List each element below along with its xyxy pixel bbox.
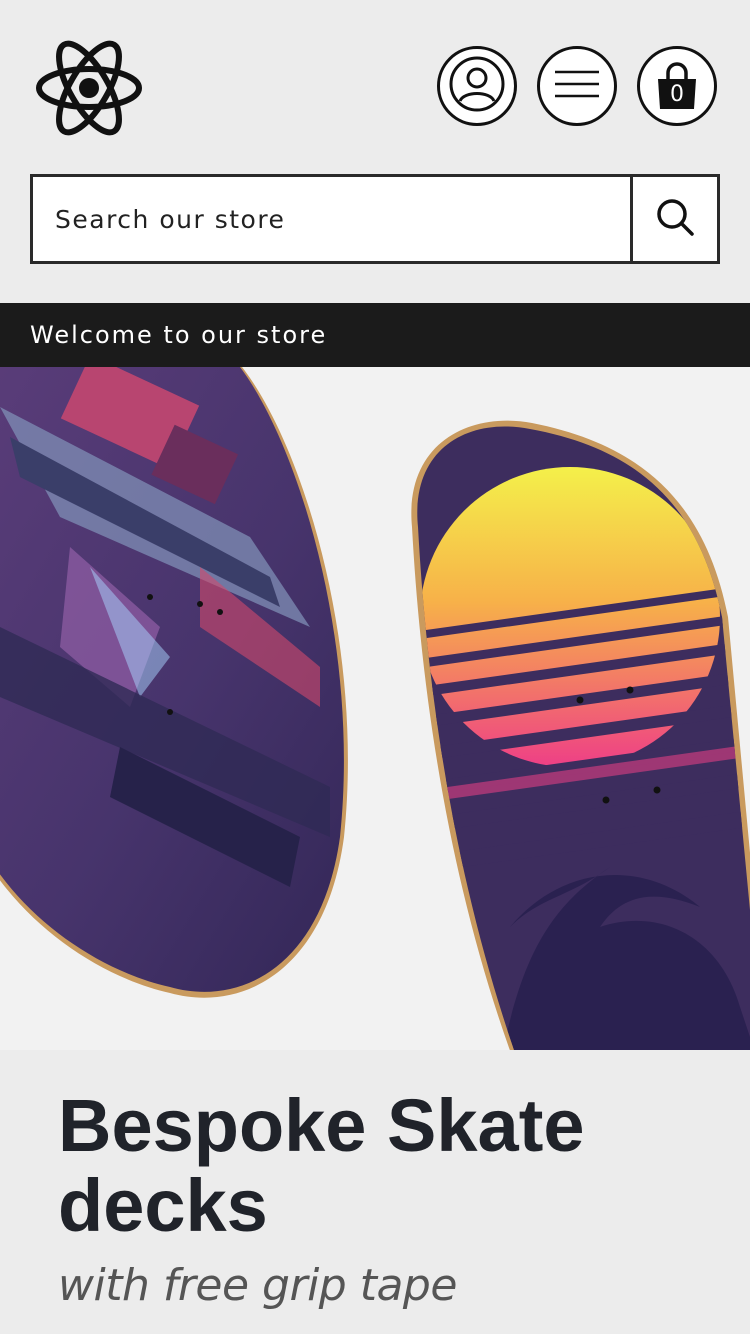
search-button[interactable] xyxy=(630,177,717,261)
shopping-bag-icon: 0 xyxy=(654,61,700,111)
hero-headline: Bespoke Skate decks xyxy=(58,1084,585,1247)
hero-subline: with free grip tape xyxy=(58,1260,457,1311)
two-skateboard-decks-image xyxy=(0,367,750,1050)
site-header: 0 xyxy=(0,0,750,150)
menu-button[interactable] xyxy=(537,46,617,126)
announcement-bar: Welcome to our store xyxy=(0,303,750,367)
cart-button[interactable]: 0 xyxy=(637,46,717,126)
hero-text-block: Bespoke Skate decks with free grip tape xyxy=(0,1050,750,1334)
user-account-icon xyxy=(447,54,507,119)
announcement-text: Welcome to our store xyxy=(30,321,328,349)
search-form xyxy=(30,174,720,264)
search-input[interactable] xyxy=(33,177,630,261)
atom-logo-icon[interactable] xyxy=(34,30,144,148)
search-icon xyxy=(653,195,697,244)
cart-count: 0 xyxy=(670,82,684,107)
hero-banner xyxy=(0,367,750,1050)
hamburger-menu-icon xyxy=(552,64,602,109)
account-button[interactable] xyxy=(437,46,517,126)
